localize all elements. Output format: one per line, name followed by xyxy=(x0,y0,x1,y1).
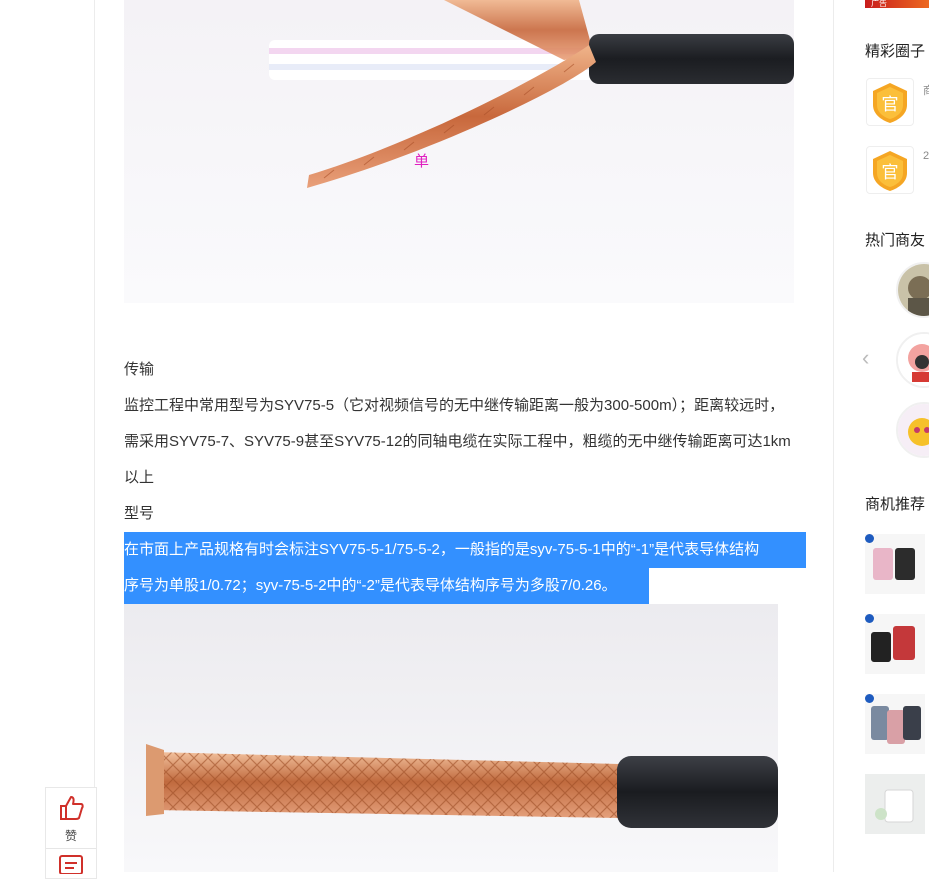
right-sidebar: 广告 精彩圈子 官 商 官 2 热门商友 ‹ 商机推荐 xyxy=(833,0,929,872)
svg-text:官: 官 xyxy=(882,95,899,115)
article-image-cable-braid xyxy=(124,604,778,872)
image-overlay-text: 单 xyxy=(414,152,429,170)
float-bar-divider xyxy=(46,848,96,849)
comment-icon xyxy=(59,855,83,875)
official-badge-icon: 官 xyxy=(873,151,907,191)
svg-text:官: 官 xyxy=(882,163,899,183)
chevron-left-icon[interactable]: ‹ xyxy=(862,345,869,371)
like-label: 赞 xyxy=(64,829,77,843)
comment-button[interactable] xyxy=(46,854,96,884)
paragraph-transmission: 监控工程中常用型号为SYV75-5（它对视频信号的无中继传输距离一般为300-5… xyxy=(124,397,791,486)
left-rail xyxy=(0,0,95,872)
ad-banner-text: 广告 xyxy=(871,0,887,8)
selected-text-line-2[interactable]: 序号为单股1/0.72；syv-75-5-2中的“-2”是代表导体结构序号为多股… xyxy=(124,568,649,604)
avatar[interactable] xyxy=(896,332,929,388)
section-title-hot-friends: 热门商友 xyxy=(865,232,926,249)
article-image-cable-stripped: 单 xyxy=(124,0,794,303)
product-thumbnail[interactable] xyxy=(865,774,925,834)
heading-model: 型号 xyxy=(124,505,155,522)
selected-text-line-1[interactable]: 在市面上产品规格有时会标注SYV75-5-1/75-5-2，一般指的是syv-7… xyxy=(124,532,806,568)
ad-banner[interactable]: 广告 xyxy=(865,0,929,8)
section-title-opportunities: 商机推荐 xyxy=(865,496,926,513)
circle-item-badge[interactable]: 官 xyxy=(866,78,914,126)
floating-action-bar: 赞 xyxy=(45,787,97,879)
avatar[interactable] xyxy=(896,262,929,318)
platform-badge-icon xyxy=(865,614,874,623)
official-badge-icon: 官 xyxy=(873,83,907,123)
avatar[interactable] xyxy=(896,402,929,458)
circle-item-meta: 2 xyxy=(923,150,929,162)
section-title-circles: 精彩圈子 xyxy=(865,43,926,60)
product-thumbnail[interactable] xyxy=(865,534,925,594)
platform-badge-icon xyxy=(865,534,874,543)
circle-item-meta: 商 xyxy=(923,82,929,98)
product-thumbnail[interactable] xyxy=(865,694,925,754)
thumbs-up-icon xyxy=(60,796,84,820)
circle-item-badge[interactable]: 官 xyxy=(866,146,914,194)
product-thumbnail[interactable] xyxy=(865,614,925,674)
like-button[interactable]: 赞 xyxy=(46,794,96,849)
platform-badge-icon xyxy=(865,694,874,703)
heading-transmission: 传输 xyxy=(124,361,155,378)
